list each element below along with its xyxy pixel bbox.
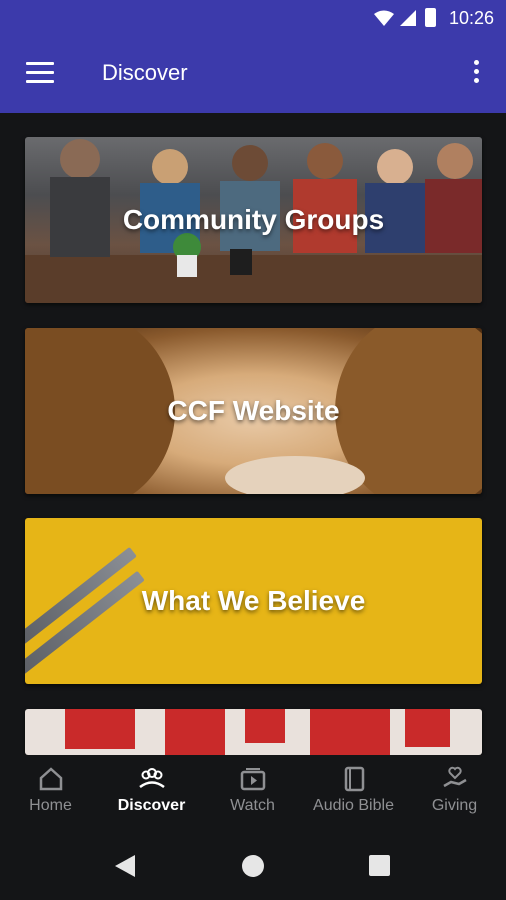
card-ccf-website[interactable]: CCF Website bbox=[25, 328, 482, 494]
nav-label: Watch bbox=[230, 797, 275, 814]
nav-watch[interactable]: Watch bbox=[202, 765, 303, 825]
hand-heart-icon bbox=[442, 766, 467, 788]
back-icon[interactable] bbox=[115, 855, 135, 877]
card-title: What We Believe bbox=[141, 585, 366, 616]
people-group-icon bbox=[138, 768, 165, 789]
video-play-icon bbox=[240, 768, 265, 791]
nav-audio-bible[interactable]: Audio Bible bbox=[303, 765, 404, 825]
home-icon bbox=[39, 767, 62, 791]
card-title: Community Groups bbox=[122, 204, 385, 235]
wifi-icon bbox=[374, 10, 394, 26]
status-time: 10:26 bbox=[448, 8, 494, 28]
battery-icon bbox=[425, 8, 436, 27]
signal-icon bbox=[400, 10, 416, 26]
nav-label: Home bbox=[29, 797, 72, 814]
nav-home[interactable]: Home bbox=[0, 765, 101, 825]
nav-discover[interactable]: Discover bbox=[101, 765, 202, 825]
system-navigation-bar bbox=[0, 829, 506, 900]
nav-label: Discover bbox=[117, 797, 186, 814]
discover-list[interactable]: Community Groups CCF Website What We Bel… bbox=[0, 113, 506, 755]
status-bar: 10:26 bbox=[0, 0, 506, 36]
book-icon bbox=[344, 766, 364, 792]
card-what-we-believe[interactable]: What We Believe bbox=[25, 518, 482, 684]
nav-giving[interactable]: Giving bbox=[404, 765, 505, 825]
page-title: Discover bbox=[102, 60, 188, 85]
recent-apps-icon[interactable] bbox=[369, 855, 390, 876]
card-title: CCF Website bbox=[167, 395, 340, 426]
crowd-graphic bbox=[65, 709, 450, 755]
home-button-icon[interactable] bbox=[242, 855, 264, 877]
bottom-navigation: Home Discover Watch Audio Bible Giving bbox=[0, 755, 506, 829]
menu-icon[interactable] bbox=[26, 62, 54, 84]
more-options-icon[interactable] bbox=[474, 60, 480, 86]
app-bar: Discover bbox=[0, 36, 506, 113]
card-partial[interactable] bbox=[25, 709, 482, 755]
card-community-groups[interactable]: Community Groups bbox=[25, 137, 482, 303]
nav-label: Giving bbox=[431, 797, 478, 814]
nav-label: Audio Bible bbox=[313, 797, 394, 814]
